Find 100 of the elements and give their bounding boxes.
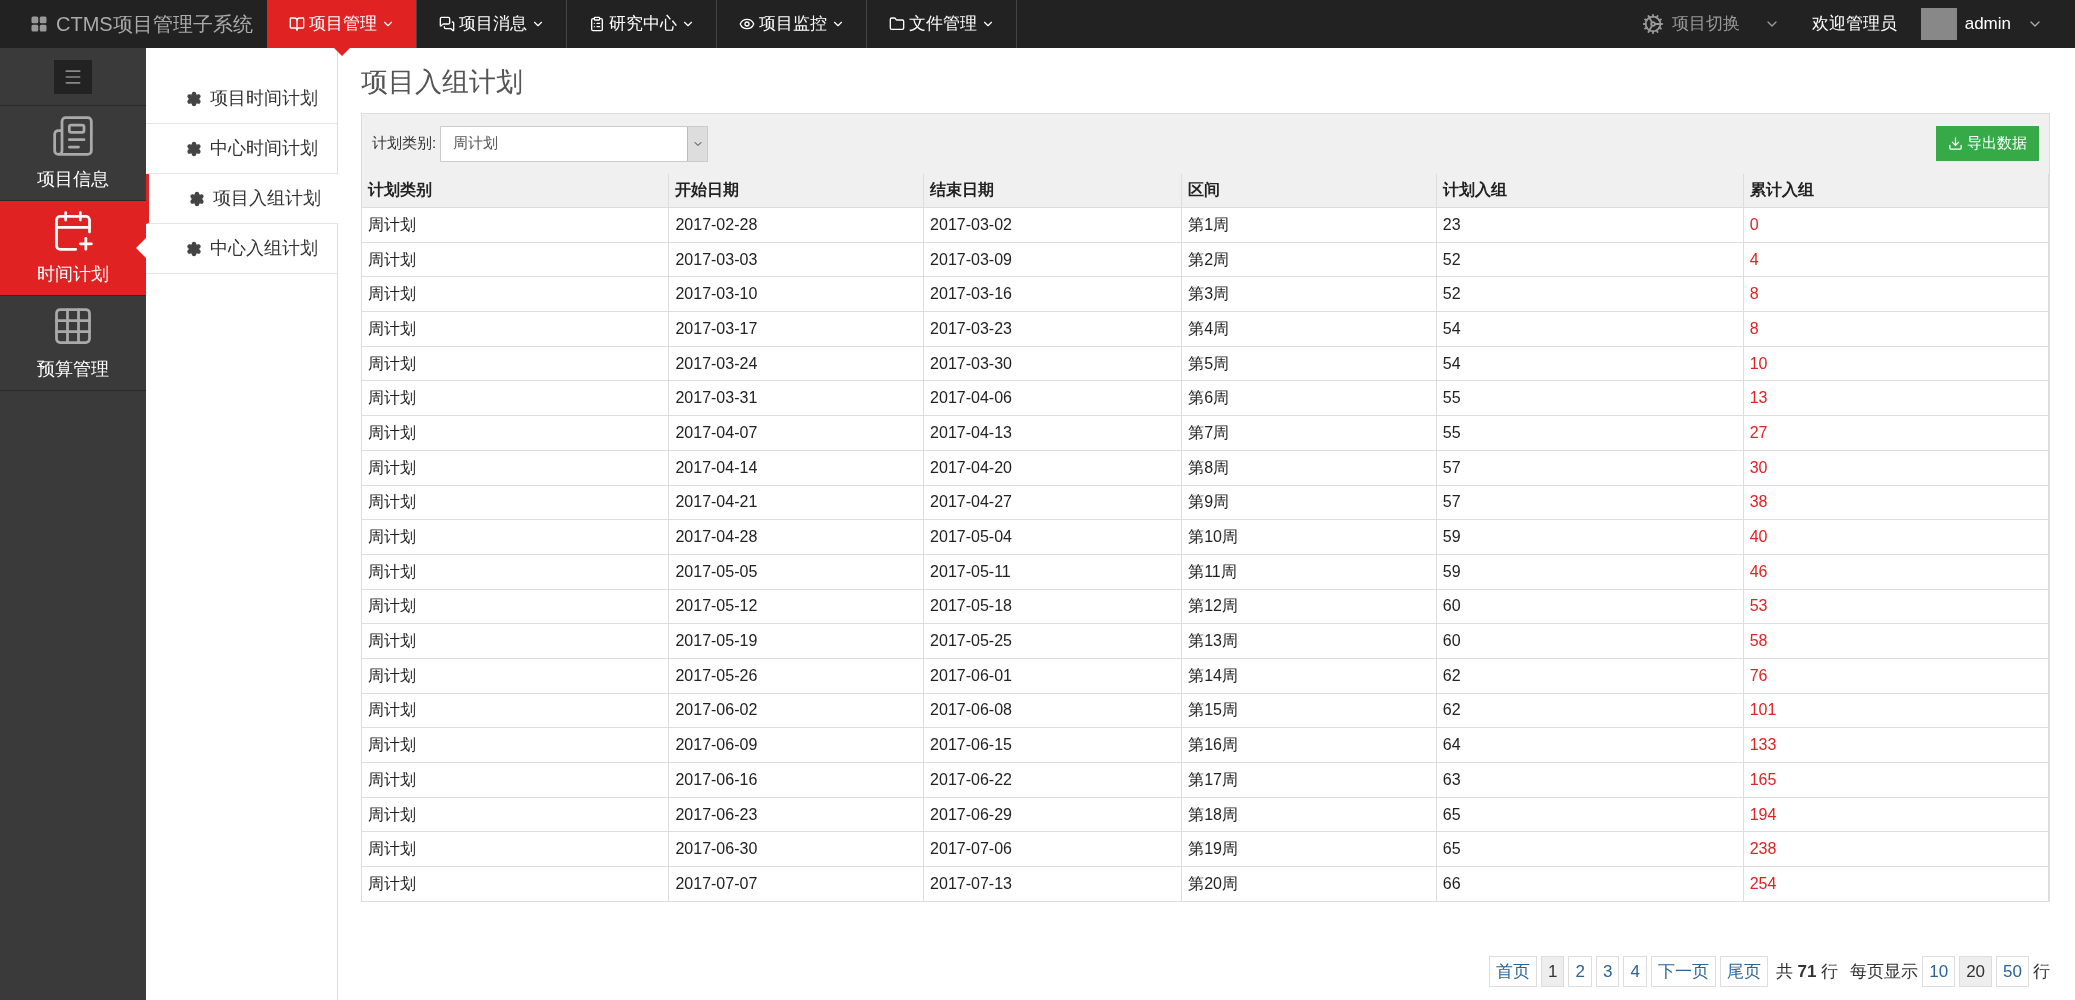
table-cell: 2017-07-06	[923, 831, 1182, 867]
gear-icon	[186, 240, 202, 257]
book-icon	[288, 16, 305, 32]
table-cell: 2017-04-07	[668, 415, 924, 451]
nav-menu-item[interactable]: 文件管理	[867, 0, 1017, 48]
table-cell: 第20周	[1181, 866, 1437, 902]
table-cell: 2017-07-13	[923, 866, 1182, 902]
eye-icon	[738, 16, 755, 32]
table-cell: 2017-03-24	[668, 346, 924, 381]
table-cell: 周计划	[362, 207, 669, 243]
table-cell: 2017-06-30	[668, 831, 924, 867]
user-menu[interactable]: admin	[1912, 0, 2075, 48]
table-cell: 62	[1436, 693, 1744, 728]
sidebar-item[interactable]: 时间计划	[0, 201, 146, 296]
table-cell: 60	[1436, 623, 1744, 659]
table-cell: 62	[1436, 658, 1744, 694]
table-cell: 4	[1743, 242, 2049, 277]
table-cell: 2017-06-22	[923, 762, 1182, 798]
table-cell: 周计划	[362, 589, 669, 624]
table-cell: 周计划	[362, 658, 669, 694]
table-cell: 2017-03-23	[923, 311, 1182, 347]
table-cell: 54	[1436, 346, 1744, 381]
table-cell: 周计划	[362, 693, 669, 728]
pagination-link[interactable]: 2	[1568, 956, 1592, 988]
table-cell: 59	[1436, 519, 1744, 555]
folder-icon	[888, 16, 905, 32]
table-cell: 2017-05-25	[923, 623, 1182, 659]
gear-icon	[186, 140, 202, 157]
table-cell: 周计划	[362, 380, 669, 416]
plan-type-select[interactable]: 周计划	[440, 125, 709, 162]
logo-grid-icon	[30, 15, 48, 33]
table-cell: 周计划	[362, 797, 669, 832]
gear-icon	[186, 90, 202, 107]
column-header: 开始日期	[668, 173, 924, 208]
table-cell: 第14周	[1181, 658, 1437, 694]
pagination-link[interactable]: 下一页	[1650, 956, 1716, 988]
table-cell: 第1周	[1181, 207, 1437, 243]
table-cell: 53	[1743, 589, 2049, 624]
menu-toggle-button[interactable]	[54, 59, 92, 94]
table-cell: 254	[1743, 866, 2049, 902]
table-cell: 周计划	[362, 415, 669, 451]
table-cell: 66	[1436, 866, 1744, 902]
table-cell: 周计划	[362, 450, 669, 485]
table-cell: 第12周	[1181, 589, 1437, 624]
table-cell: 76	[1743, 658, 2049, 694]
active-pointer	[333, 48, 350, 56]
submenu-item[interactable]: 项目入组计划	[146, 174, 338, 224]
table-cell: 58	[1743, 623, 2049, 659]
pagination-link[interactable]: 3	[1595, 956, 1620, 988]
table-cell: 周计划	[362, 276, 669, 312]
table-cell: 周计划	[362, 519, 669, 555]
table-cell: 2017-06-09	[668, 727, 924, 763]
table-cell: 133	[1743, 727, 2049, 763]
table-cell: 第6周	[1181, 380, 1437, 416]
pagination-link[interactable]: 首页	[1488, 956, 1537, 988]
page-size-option[interactable]: 50	[1996, 956, 2029, 988]
table-cell: 23	[1436, 207, 1744, 243]
table-cell: 8	[1743, 276, 2049, 312]
table-cell: 46	[1743, 554, 2049, 590]
table-cell: 周计划	[362, 242, 669, 277]
table-cell: 0	[1743, 207, 2049, 243]
table-cell: 2017-04-06	[923, 380, 1182, 416]
table-cell: 2017-05-05	[668, 554, 924, 590]
table-cell: 101	[1743, 693, 2049, 728]
page-size-option[interactable]: 20	[1959, 956, 1993, 988]
table-cell: 第19周	[1181, 831, 1437, 867]
table-cell: 第2周	[1181, 242, 1437, 277]
table-cell: 52	[1436, 242, 1744, 277]
table-cell: 55	[1436, 380, 1744, 416]
table-cell: 第17周	[1181, 762, 1437, 798]
newspaper-icon	[51, 113, 95, 158]
nav-menu-item[interactable]: 项目监控	[717, 0, 867, 48]
table-cell: 2017-06-23	[668, 797, 924, 832]
project-switch-menu[interactable]: 项目切换	[1625, 0, 1796, 48]
table-cell: 2017-03-16	[923, 276, 1182, 312]
page-title: 项目入组计划	[361, 66, 523, 99]
table-cell: 64	[1436, 727, 1744, 763]
column-header: 计划入组	[1436, 173, 1744, 208]
table-cell: 165	[1743, 762, 2049, 798]
table-cell: 2017-04-13	[923, 415, 1182, 451]
column-header: 累计入组	[1743, 173, 2049, 208]
gears-icon	[1641, 13, 1664, 35]
nav-menu-item[interactable]: 研究中心	[567, 0, 717, 48]
submenu-item[interactable]: 项目时间计划	[146, 74, 337, 124]
sidebar-item[interactable]: 预算管理	[0, 296, 146, 391]
table-cell: 2017-06-29	[923, 797, 1182, 832]
pagination-link[interactable]: 1	[1540, 956, 1565, 988]
table-cell: 57	[1436, 450, 1744, 485]
table-cell: 周计划	[362, 727, 669, 763]
per-page-label: 每页显示	[1850, 961, 1919, 983]
table-cell: 2017-05-11	[923, 554, 1182, 590]
pagination-link[interactable]: 尾页	[1719, 956, 1768, 988]
submenu-item[interactable]: 中心入组计划	[146, 224, 337, 274]
page-size-option[interactable]: 10	[1922, 956, 1956, 988]
table-cell: 周计划	[362, 831, 669, 867]
active-pointer	[136, 238, 146, 258]
nav-menu-item[interactable]: 项目消息	[417, 0, 567, 48]
pagination-link[interactable]: 4	[1623, 956, 1647, 988]
table-cell: 2017-04-21	[668, 485, 924, 520]
table-cell: 63	[1436, 762, 1744, 798]
